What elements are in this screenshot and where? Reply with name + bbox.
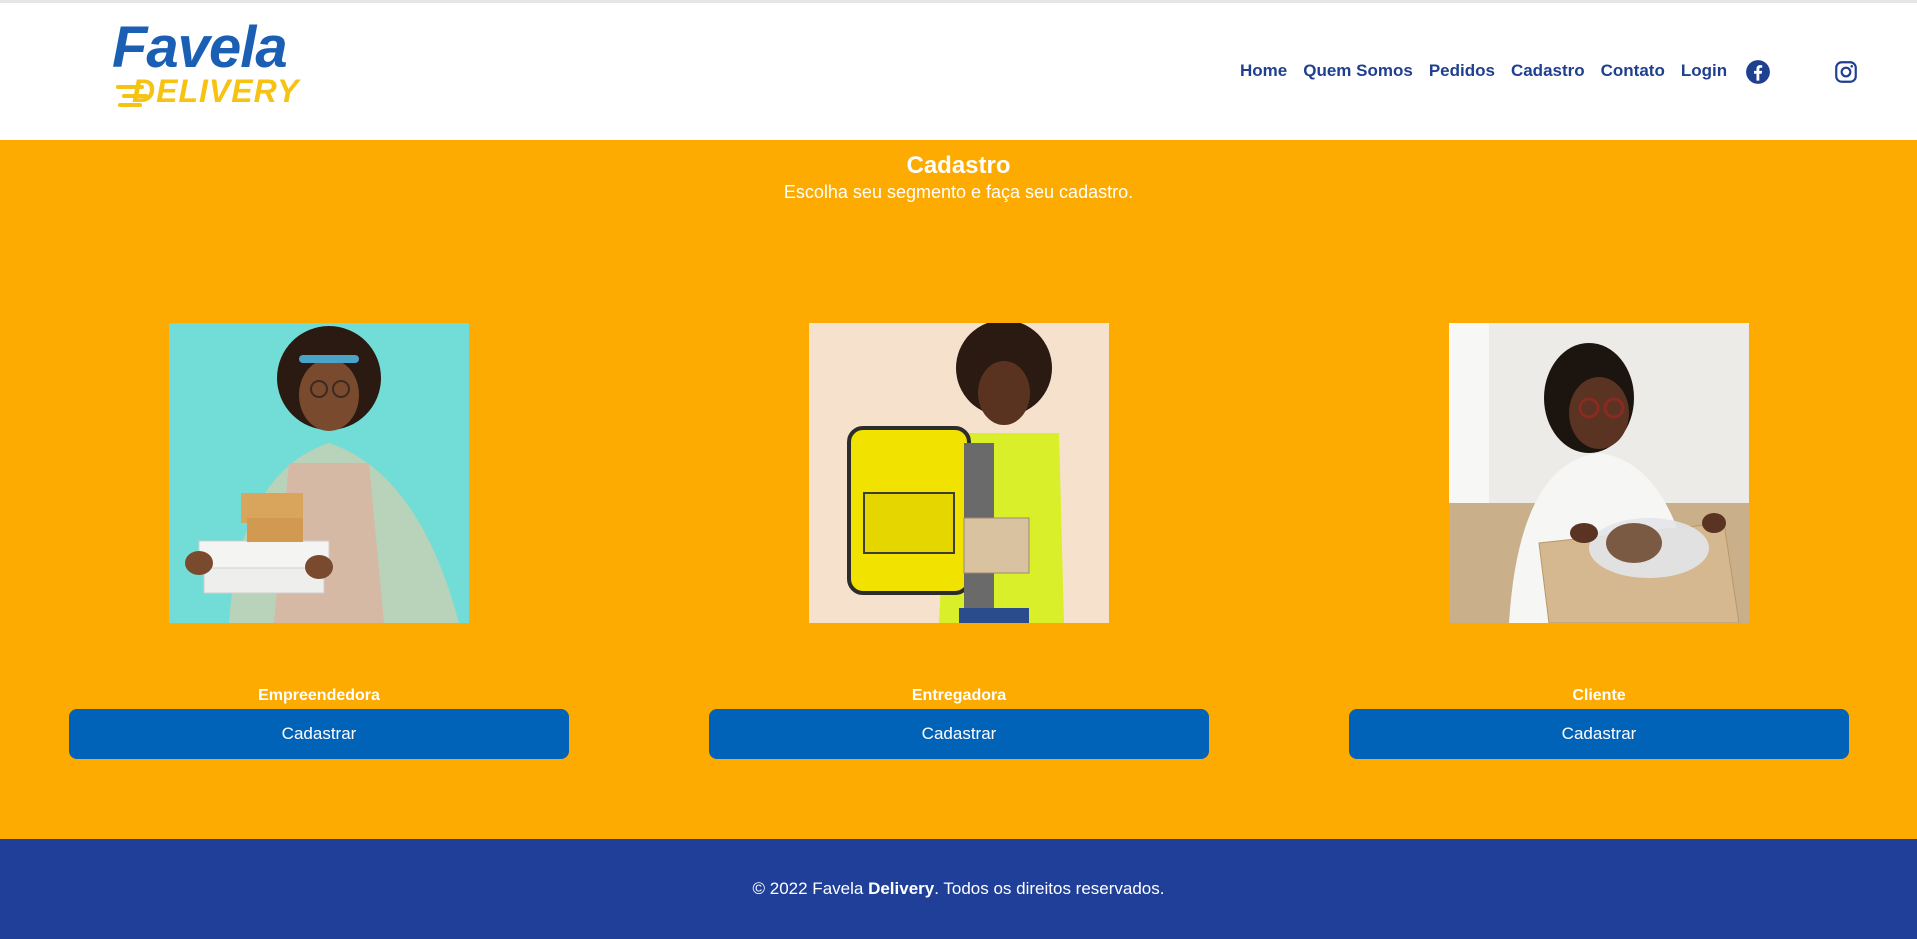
cadastro-section: Cadastro Escolha seu segmento e faça seu… bbox=[0, 140, 1917, 839]
empreendedora-photo bbox=[169, 323, 469, 623]
page-subtitle: Escolha seu segmento e faça seu cadastro… bbox=[783, 182, 1134, 202]
cadastrar-empreendedora-button[interactable]: Cadastrar bbox=[69, 709, 569, 759]
woman-opening-package-icon bbox=[1449, 323, 1749, 623]
segment-label-cliente: Cliente bbox=[1572, 687, 1626, 704]
segment-card-cliente: Cliente Cadastrar bbox=[1349, 323, 1849, 773]
segment-label-entregadora: Entregadora bbox=[911, 687, 1007, 704]
nav-cadastro[interactable]: Cadastro bbox=[1511, 61, 1585, 81]
cadastrar-entregadora-button[interactable]: Cadastrar bbox=[709, 709, 1209, 759]
nav-contato[interactable]: Contato bbox=[1601, 61, 1665, 81]
page-title: Cadastro bbox=[906, 152, 1011, 179]
logo-text-delivery: DELIVERY bbox=[132, 73, 300, 109]
nav-pedidos[interactable]: Pedidos bbox=[1429, 61, 1495, 81]
site-header: Favela DELIVERY Home Quem Somos Pedidos … bbox=[0, 3, 1917, 140]
segment-label-empreendedora: Empreendedora bbox=[258, 687, 380, 704]
copyright-suffix: . Todos os direitos reservados. bbox=[934, 879, 1165, 898]
instagram-icon[interactable] bbox=[1833, 59, 1859, 85]
copyright-text: © 2022 Favela Delivery. Todos os direito… bbox=[0, 879, 1917, 899]
segment-card-empreendedora: Empreendedora Cadastrar bbox=[69, 323, 569, 773]
cadastrar-cliente-button[interactable]: Cadastrar bbox=[1349, 709, 1849, 759]
site-footer: © 2022 Favela Delivery. Todos os direito… bbox=[0, 839, 1917, 939]
nav-login[interactable]: Login bbox=[1681, 61, 1727, 81]
woman-with-boxes-icon bbox=[169, 323, 469, 623]
logo-text-favela: Favela bbox=[112, 15, 288, 80]
cliente-photo bbox=[1449, 323, 1749, 623]
delivery-woman-icon bbox=[809, 323, 1109, 623]
main-nav: Home Quem Somos Pedidos Cadastro Contato… bbox=[1240, 61, 1727, 81]
segment-card-entregadora: Entregadora Cadastrar bbox=[709, 323, 1209, 773]
facebook-icon[interactable] bbox=[1745, 59, 1771, 85]
brand-logo[interactable]: Favela DELIVERY bbox=[112, 19, 352, 123]
copyright-prefix: © 2022 Favela bbox=[752, 879, 869, 898]
entregadora-photo bbox=[809, 323, 1109, 623]
nav-home[interactable]: Home bbox=[1240, 61, 1287, 81]
copyright-brand: Delivery bbox=[868, 879, 935, 898]
nav-quem-somos[interactable]: Quem Somos bbox=[1303, 61, 1413, 81]
